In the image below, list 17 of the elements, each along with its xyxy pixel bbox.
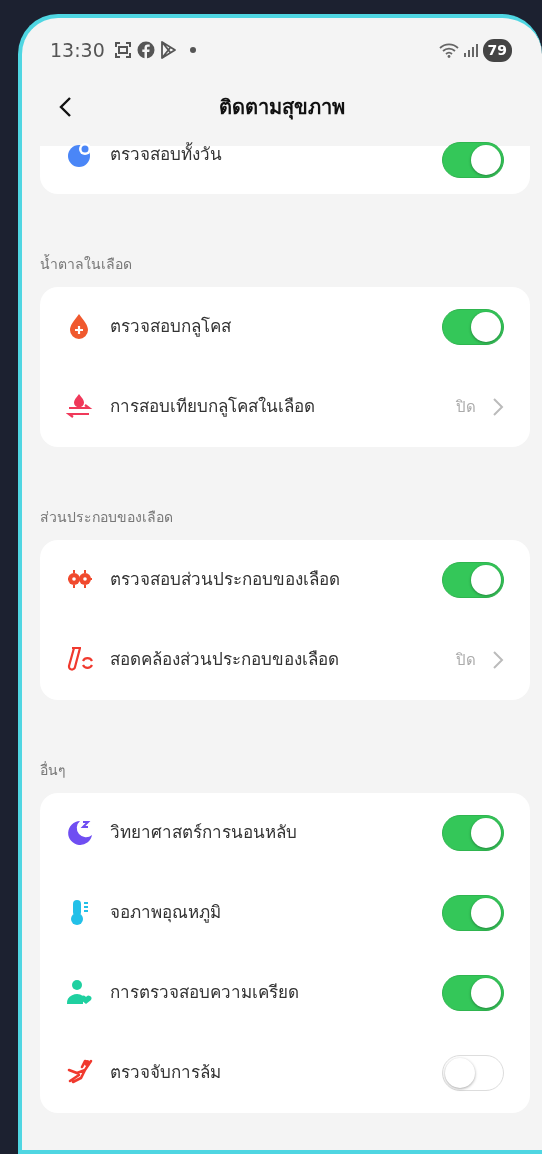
setting-label: จอภาพอุณหภูมิ [110, 901, 222, 925]
setting-label: การตรวจสอบความเครียด [110, 981, 300, 1005]
setting-label: ตรวจสอบกลูโคส [110, 315, 232, 339]
section-title: น้ำตาลในเลือด [39, 253, 133, 274]
setting-label: ตรวจสอบทั้งวัน [110, 142, 223, 166]
section-title: อื่นๆ [39, 760, 67, 780]
setting-label: ตรวจสอบส่วนประกอบของเลือด [110, 568, 341, 592]
setting-value: ปิด [456, 396, 476, 418]
page-title: ติดตามสุขภาพ [219, 94, 345, 122]
setting-label: วิทยาศาสตร์การนอนหลับ [110, 821, 298, 845]
setting-label: ตรวจจับการล้ม [110, 1061, 222, 1085]
setting-label: การสอบเทียบกลูโคสในเลือด [110, 395, 316, 419]
section-title: ส่วนประกอบของเลือด [39, 508, 174, 527]
status-time: 13:30 [50, 37, 105, 63]
setting-label: สอดคล้องส่วนประกอบของเลือด [110, 648, 340, 672]
setting-value: ปิด [456, 649, 476, 671]
battery-level: 79 [482, 38, 512, 62]
